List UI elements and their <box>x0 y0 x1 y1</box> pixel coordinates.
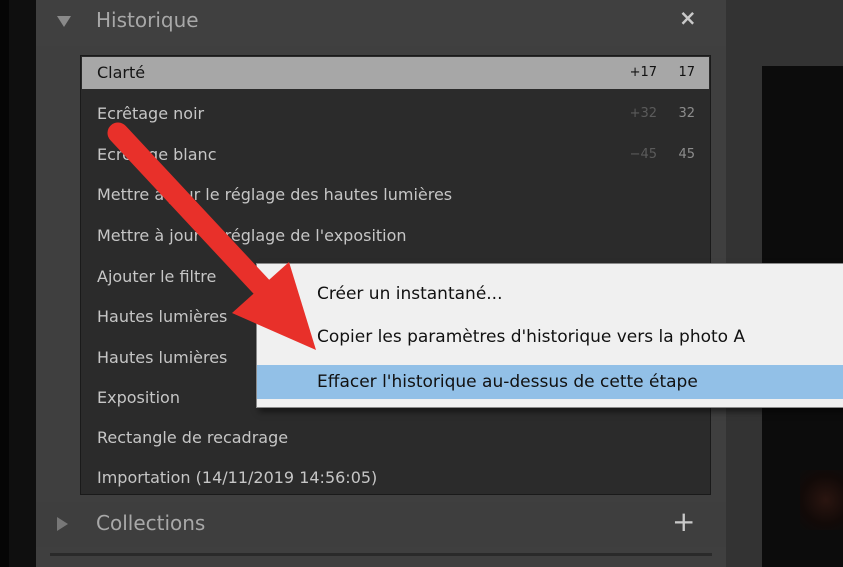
menu-item-copy-history-settings[interactable]: Copier les paramètres d'historique vers … <box>257 320 843 354</box>
history-row-label: Exposition <box>97 388 180 407</box>
history-row[interactable]: Rectangle de recadrage <box>82 422 709 454</box>
photo-detail <box>800 470 843 530</box>
history-row[interactable]: Ecrêtage noir +32 32 <box>82 98 709 130</box>
history-row-label: Mettre à jour le réglage de l'exposition <box>97 226 407 245</box>
history-row-label: Ecrêtage noir <box>97 104 205 123</box>
add-collection-icon[interactable]: + <box>672 505 695 538</box>
menu-item-label: Créer un instantané... <box>317 284 503 304</box>
history-row[interactable]: Importation (14/11/2019 14:56:05) <box>82 462 709 494</box>
history-row-label: Ecrêtage blanc <box>97 145 217 164</box>
triangle-right-icon[interactable] <box>57 517 68 531</box>
history-row-label: Mettre à jour le réglage des hautes lumi… <box>97 185 453 204</box>
history-row-label: Rectangle de recadrage <box>97 428 289 447</box>
triangle-down-icon[interactable] <box>57 16 71 27</box>
history-row[interactable]: Mettre à jour le réglage de l'exposition <box>82 220 709 252</box>
history-row-delta: −45 <box>629 147 657 162</box>
menu-item-label: Copier les paramètres d'historique vers … <box>317 327 746 347</box>
history-row-label: Clarté <box>97 63 146 82</box>
history-row-label: Ajouter le filtre <box>97 267 217 286</box>
close-icon[interactable]: × <box>679 6 697 30</box>
left-edge <box>0 0 9 567</box>
history-row[interactable]: Clarté +17 17 <box>82 57 709 89</box>
history-row-value: 17 <box>678 65 695 80</box>
context-menu: Créer un instantané... Copier les paramè… <box>256 263 843 408</box>
history-row-delta: +17 <box>629 65 657 80</box>
menu-item-clear-history-above[interactable]: Effacer l'historique au-dessus de cette … <box>257 365 843 399</box>
history-row[interactable]: Ecrêtage blanc −45 45 <box>82 139 709 171</box>
history-row-label: Hautes lumières <box>97 348 228 367</box>
history-row-label: Importation (14/11/2019 14:56:05) <box>97 468 378 487</box>
collections-title: Collections <box>96 511 206 535</box>
divider <box>50 553 712 556</box>
history-row[interactable]: Mettre à jour le réglage des hautes lumi… <box>82 179 709 211</box>
menu-item-create-snapshot[interactable]: Créer un instantané... <box>257 277 843 311</box>
menu-item-label: Effacer l'historique au-dessus de cette … <box>317 372 698 392</box>
history-row-label: Hautes lumières <box>97 307 228 326</box>
history-panel-title: Historique <box>96 8 199 32</box>
history-row-value: 45 <box>678 147 695 162</box>
history-row-delta: +32 <box>629 106 657 121</box>
history-row-value: 32 <box>678 106 695 121</box>
